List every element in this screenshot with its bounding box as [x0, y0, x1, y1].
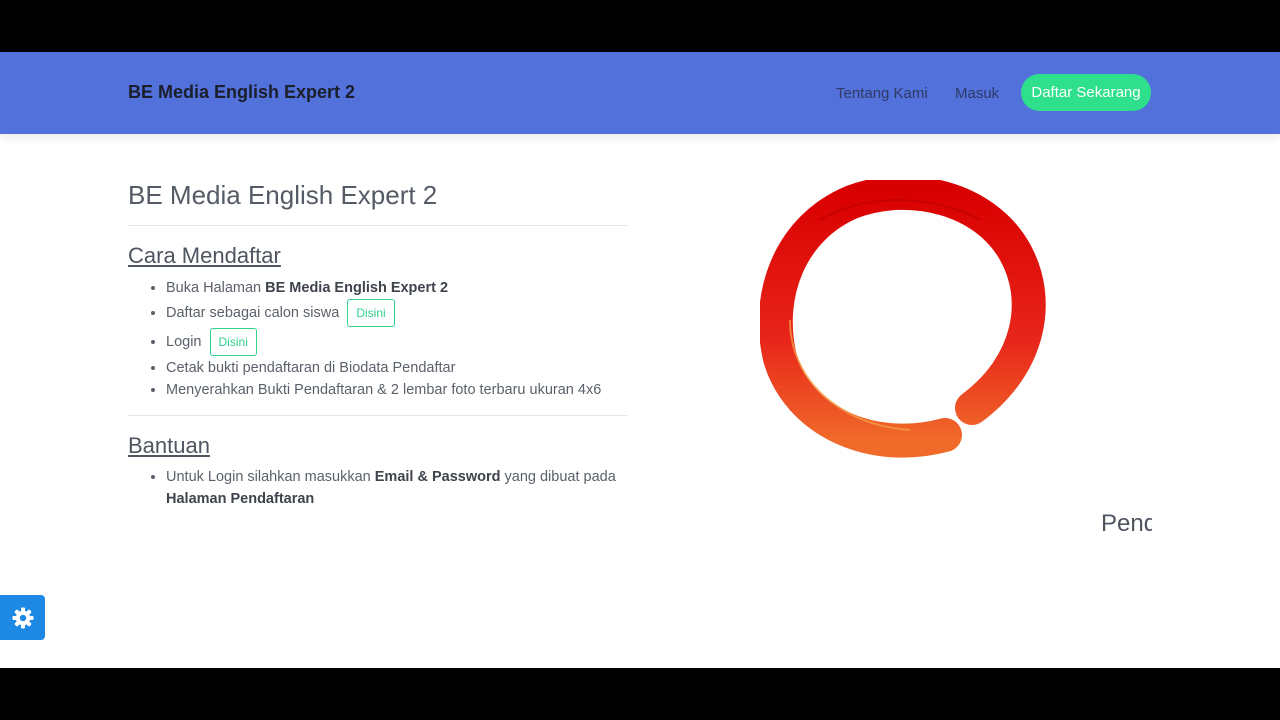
- gear-icon: [12, 607, 33, 628]
- help-text-bold: Email & Password: [374, 469, 501, 485]
- page-title: BE Media English Expert 2: [128, 180, 438, 210]
- divider: [128, 225, 628, 226]
- settings-button[interactable]: [0, 595, 45, 640]
- list-item: Daftar sebagai calon siswa Disini: [166, 299, 628, 328]
- help-text: yang dibuat pada: [500, 469, 616, 485]
- help-text-bold: Halaman Pendaftaran: [166, 491, 315, 507]
- list-item-text: Buka Halaman: [166, 280, 266, 296]
- list-item: Untuk Login silahkan masukkan Email & Pa…: [166, 466, 628, 510]
- nav-link-about[interactable]: Tentang Kami: [836, 85, 928, 102]
- carousel-caption-peek: Pendaftaran: [1101, 510, 1152, 537]
- navbar: BE Media English Expert 2 Tentang Kami M…: [0, 52, 1280, 134]
- list-item-text: Login: [166, 334, 202, 350]
- nav-link-login[interactable]: Masuk: [955, 85, 999, 102]
- list-item-text: Cetak bukti pendaftaran di Biodata Penda…: [166, 360, 456, 376]
- browser-viewport: BE Media English Expert 2 Tentang Kami M…: [0, 52, 1280, 668]
- how-to-register-list: Buka Halaman BE Media English Expert 2 D…: [128, 277, 628, 401]
- register-here-button[interactable]: Disini: [347, 299, 395, 328]
- list-item: Login Disini: [166, 328, 628, 357]
- how-to-register-heading: Cara Mendaftar: [128, 243, 281, 268]
- list-item-text: Daftar sebagai calon siswa: [166, 305, 340, 321]
- list-item: Cetak bukti pendaftaran di Biodata Penda…: [166, 357, 628, 379]
- list-item: Buka Halaman BE Media English Expert 2: [166, 277, 628, 299]
- enso-circle-logo: [760, 180, 1046, 458]
- register-now-button[interactable]: Daftar Sekarang: [1021, 74, 1151, 111]
- divider: [128, 415, 628, 416]
- brand-link[interactable]: BE Media English Expert 2: [128, 82, 355, 103]
- help-list: Untuk Login silahkan masukkan Email & Pa…: [128, 466, 628, 510]
- help-heading: Bantuan: [128, 433, 210, 458]
- list-item: Menyerahkan Bukti Pendaftaran & 2 lembar…: [166, 379, 628, 401]
- list-item-bold: BE Media English Expert 2: [265, 280, 449, 296]
- login-here-button[interactable]: Disini: [209, 328, 257, 357]
- list-item-text: Menyerahkan Bukti Pendaftaran & 2 lembar…: [166, 382, 602, 398]
- help-text: Untuk Login silahkan masukkan: [166, 469, 375, 485]
